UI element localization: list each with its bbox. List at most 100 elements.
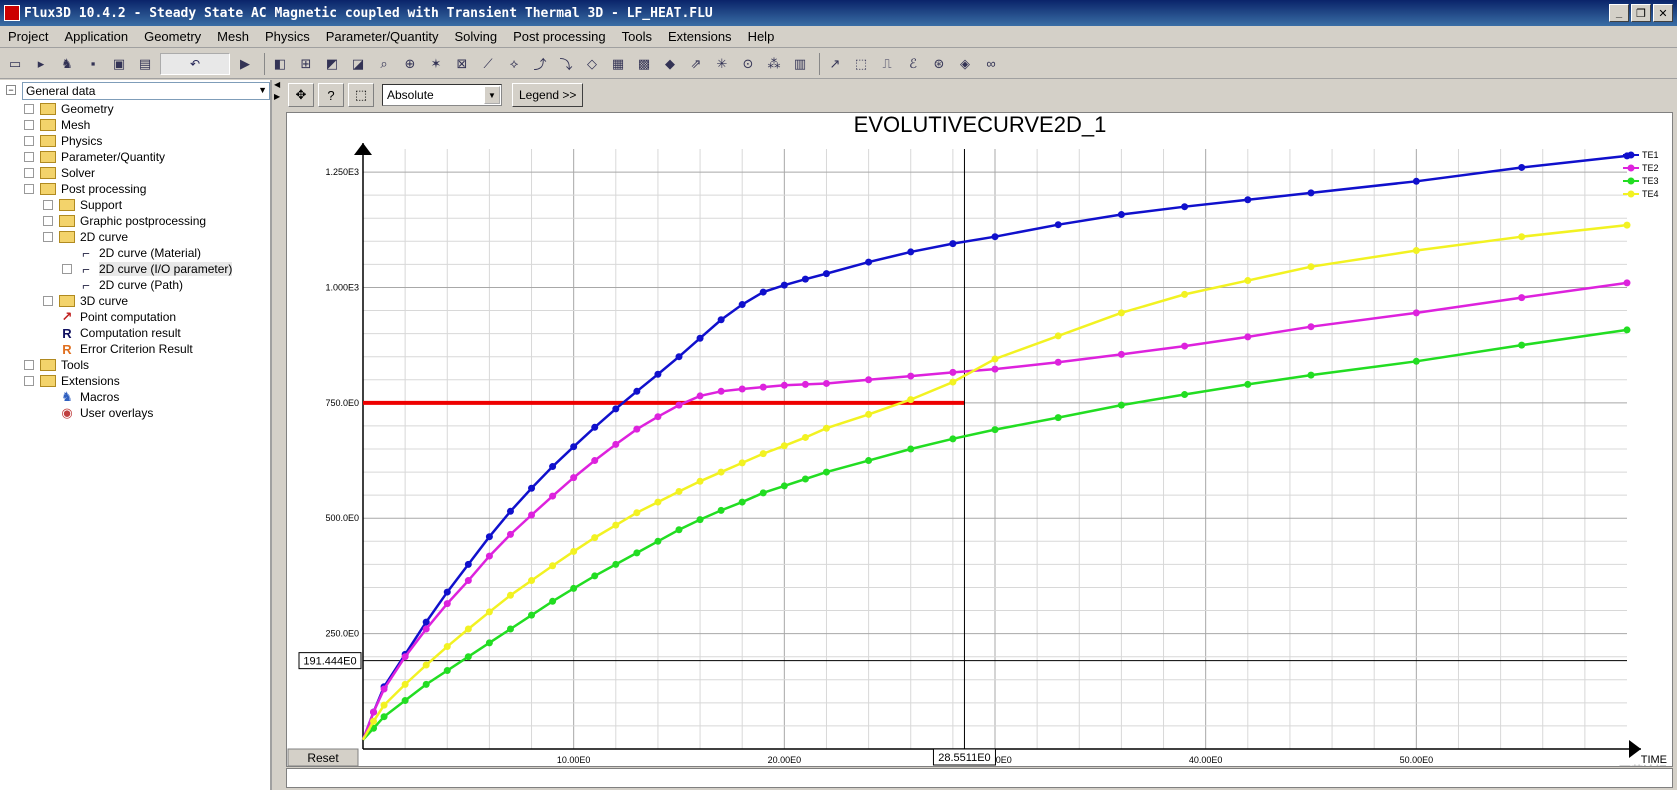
film-icon[interactable]: ▥: [789, 53, 811, 75]
menu-parameter-quantity[interactable]: Parameter/Quantity: [318, 29, 447, 44]
menu-solving[interactable]: Solving: [446, 29, 505, 44]
grid-icon[interactable]: ⊠: [451, 53, 473, 75]
tree-item-solver[interactable]: Solver: [24, 165, 95, 181]
minimize-button[interactable]: _: [1609, 4, 1629, 22]
menu-physics[interactable]: Physics: [257, 29, 318, 44]
export-icon[interactable]: ↗: [824, 53, 846, 75]
star-icon[interactable]: ✶: [425, 53, 447, 75]
new-icon[interactable]: ▭: [4, 53, 26, 75]
help-cursor-icon[interactable]: ?: [318, 83, 344, 107]
fields-icon[interactable]: ⬚: [850, 53, 872, 75]
vectors-icon[interactable]: ✳: [711, 53, 733, 75]
probe-icon[interactable]: ⊙: [737, 53, 759, 75]
curve-icon[interactable]: ⤴: [529, 53, 551, 75]
data-point-te2: [801, 380, 809, 388]
collapse-all-icon[interactable]: −: [6, 85, 16, 95]
path-icon[interactable]: ⁂: [763, 53, 785, 75]
data-point-te1: [1181, 203, 1189, 211]
save-as-icon[interactable]: ▣: [108, 53, 130, 75]
legend-button[interactable]: Legend >>: [512, 83, 584, 107]
menu-project[interactable]: Project: [0, 29, 56, 44]
open-icon[interactable]: ▸: [30, 53, 52, 75]
tree-item-graphic-postprocessing[interactable]: Graphic postprocessing: [43, 213, 206, 229]
python-icon[interactable]: ♞: [56, 53, 78, 75]
menu-extensions[interactable]: Extensions: [660, 29, 740, 44]
expand-icon[interactable]: [24, 152, 34, 162]
collapse-icon[interactable]: [24, 376, 34, 386]
geometry-icon[interactable]: ◩: [321, 53, 343, 75]
menu-help[interactable]: Help: [740, 29, 783, 44]
data-point-te2: [506, 530, 514, 538]
expression-icon[interactable]: ℰ: [902, 53, 924, 75]
save-icon[interactable]: ▪: [82, 53, 104, 75]
target-icon[interactable]: ⊕: [399, 53, 421, 75]
collapse-icon[interactable]: [24, 184, 34, 194]
restore-button[interactable]: ❐: [1631, 4, 1651, 22]
tree-item-extensions[interactable]: Extensions: [24, 373, 120, 389]
matrix-icon[interactable]: ▩: [633, 53, 655, 75]
menu-tools[interactable]: Tools: [614, 29, 660, 44]
collapse-icon[interactable]: [43, 232, 53, 242]
expand-icon[interactable]: [43, 296, 53, 306]
tree-item-2d-curve-path[interactable]: ⌐ 2D curve (Path): [62, 277, 183, 293]
tree-item-point-computation[interactable]: ↗ Point computation: [43, 309, 177, 325]
tree-item-parameter-quantity[interactable]: Parameter/Quantity: [24, 149, 165, 165]
tree-item-geometry[interactable]: Geometry: [24, 101, 114, 117]
disabled-icon[interactable]: ◇: [581, 53, 603, 75]
menu-post-processing[interactable]: Post processing: [505, 29, 614, 44]
tree-filter-select[interactable]: General data ▼: [22, 82, 270, 100]
menu-geometry[interactable]: Geometry: [136, 29, 209, 44]
menu-application[interactable]: Application: [56, 29, 136, 44]
undo-button[interactable]: ↶: [160, 52, 230, 75]
tree-item-computation-result[interactable]: R Computation result: [43, 325, 180, 341]
tree-line: [43, 408, 53, 418]
chart-area[interactable]: EVOLUTIVECURVE2D_110.00E020.00E030.00E04…: [286, 112, 1673, 778]
expand-icon[interactable]: [24, 168, 34, 178]
tree-item-3d-curve[interactable]: 3D curve: [43, 293, 128, 309]
curve-2-icon[interactable]: ⤵: [555, 53, 577, 75]
value-mode-select[interactable]: Absolute ▼: [382, 84, 502, 106]
tree-item-macros[interactable]: ♞ Macros: [43, 389, 119, 405]
chart-icon[interactable]: ⟡: [503, 53, 525, 75]
status-bar: [286, 768, 1673, 788]
tree-item-mesh[interactable]: Mesh: [24, 117, 90, 133]
link-icon[interactable]: ∞: [980, 53, 1002, 75]
mesh-icon[interactable]: ⊞: [295, 53, 317, 75]
menu-mesh[interactable]: Mesh: [209, 29, 257, 44]
zoom-box-icon[interactable]: ⬚: [348, 83, 374, 107]
tree-item-user-overlays[interactable]: ◉ User overlays: [43, 405, 153, 421]
arrows-icon[interactable]: ⇗: [685, 53, 707, 75]
evolutive-curve-chart[interactable]: EVOLUTIVECURVE2D_110.00E020.00E030.00E04…: [287, 112, 1672, 778]
tree-item-support[interactable]: Support: [43, 197, 122, 213]
panel-splitter[interactable]: ◀ ▶: [274, 80, 282, 790]
collapse-left-icon[interactable]: ◀: [274, 80, 280, 89]
pan-icon[interactable]: ✥: [288, 83, 314, 107]
physics-icon[interactable]: ◪: [347, 53, 369, 75]
plot-icon[interactable]: ⟋: [477, 53, 499, 75]
tree-item-tools[interactable]: Tools: [24, 357, 89, 373]
tree-item-2d-curve-i-o-parameter[interactable]: ⌐ 2D curve (I/O parameter): [62, 261, 233, 277]
window-icon[interactable]: ◧: [269, 53, 291, 75]
expand-icon[interactable]: [62, 264, 72, 274]
redo-icon[interactable]: ▶: [234, 53, 256, 75]
tree-item-2d-curve-material[interactable]: ⌐ 2D curve (Material): [62, 245, 201, 261]
layers-icon[interactable]: ◈: [954, 53, 976, 75]
expand-icon[interactable]: [24, 360, 34, 370]
zoom-icon[interactable]: ⌕: [373, 53, 395, 75]
table-icon[interactable]: ▦: [607, 53, 629, 75]
expand-icon[interactable]: [43, 216, 53, 226]
tree-item-physics[interactable]: Physics: [24, 133, 102, 149]
color-map-icon[interactable]: ◆: [659, 53, 681, 75]
tree-item-error-criterion-result[interactable]: R Error Criterion Result: [43, 341, 192, 357]
close-project-icon[interactable]: ▤: [134, 53, 156, 75]
tree-item-post-processing[interactable]: Post processing: [24, 181, 146, 197]
circuit-icon[interactable]: ⎍: [876, 53, 898, 75]
expand-icon[interactable]: [24, 136, 34, 146]
expand-icon[interactable]: [43, 200, 53, 210]
close-button[interactable]: ✕: [1653, 4, 1673, 22]
transient-icon[interactable]: ⊛: [928, 53, 950, 75]
tree-item-2d-curve[interactable]: 2D curve: [43, 229, 128, 245]
expand-icon[interactable]: [24, 104, 34, 114]
collapse-right-icon[interactable]: ▶: [274, 92, 280, 101]
expand-icon[interactable]: [24, 120, 34, 130]
